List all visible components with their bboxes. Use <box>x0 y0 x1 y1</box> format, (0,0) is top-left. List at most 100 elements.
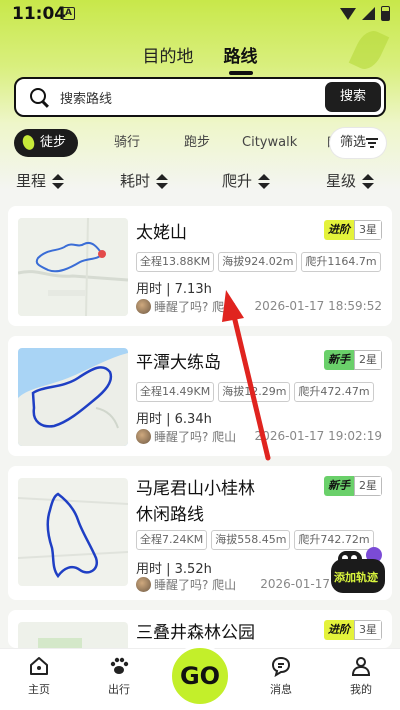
route-card[interactable]: 平潭大练岛 新手 2星 全程14.49KM 海拔12.29m 爬升472.47m… <box>8 336 392 456</box>
author-name: 睡醒了吗? 爬山 <box>154 300 237 314</box>
difficulty-badge: 进阶 3星 <box>324 620 382 640</box>
go-button[interactable]: GO <box>169 645 231 707</box>
altitude-tag: 海拔558.45m <box>211 530 291 550</box>
tab-destination[interactable]: 目的地 <box>143 42 194 67</box>
route-title-line2: 休闲路线 <box>136 505 204 525</box>
category-running[interactable]: 跑步 <box>184 129 210 157</box>
route-author: 睡醒了吗? 爬山 <box>136 298 236 315</box>
route-map-thumbnail <box>18 348 128 446</box>
route-title: 平潭大练岛 <box>136 353 221 373</box>
route-author: 睡醒了吗? 爬山 <box>136 428 236 445</box>
signal-icon <box>362 7 375 20</box>
route-date: 2026-01-17 <box>260 577 330 591</box>
route-title-line1: 马尾君山小桂林 <box>136 479 255 499</box>
sort-arrows-icon <box>52 173 65 190</box>
level-label: 进阶 <box>324 620 354 640</box>
top-tabs: 目的地 路线 <box>0 42 400 67</box>
route-duration: 用时 | 7.13h <box>136 282 212 297</box>
star-rating: 3星 <box>354 620 382 640</box>
star-rating: 2星 <box>354 350 382 370</box>
sort-label: 耗时 <box>120 172 151 190</box>
author-name: 睡醒了吗? 爬山 <box>154 430 237 444</box>
wifi-icon <box>340 7 356 20</box>
sort-rating[interactable]: 星级 <box>326 170 375 191</box>
route-stats: 全程14.49KM 海拔12.29m 爬升472.47m <box>136 382 374 402</box>
route-card[interactable]: 三叠井森林公园 进阶 3星 <box>8 610 392 648</box>
nav-label: 出行 <box>108 683 130 696</box>
route-duration: 用时 | 6.34h <box>136 412 212 427</box>
tab-routes[interactable]: 路线 <box>224 42 258 67</box>
status-bar: 11:04 A <box>0 0 400 28</box>
hiking-icon <box>20 133 37 152</box>
category-hiking[interactable]: 徒步 <box>14 129 79 157</box>
search-icon <box>30 88 46 104</box>
route-author: 睡醒了吗? 爬山 <box>136 576 236 593</box>
nav-messages[interactable]: 消息 <box>251 655 311 697</box>
route-card[interactable]: 太姥山 进阶 3星 全程13.88KM 海拔924.02m 爬升1164.7m … <box>8 206 392 326</box>
nav-travel[interactable]: 出行 <box>89 655 149 697</box>
sort-climb[interactable]: 爬升 <box>222 170 271 191</box>
climb-tag: 爬升1164.7m <box>301 252 381 272</box>
category-label: 徒步 <box>40 135 67 150</box>
route-title: 三叠井森林公园 <box>136 623 255 643</box>
profile-icon <box>351 657 371 676</box>
sort-arrows-icon <box>362 173 375 190</box>
climb-tag: 爬升472.47m <box>294 382 374 402</box>
sort-arrows-icon <box>258 173 271 190</box>
sort-label: 爬升 <box>222 172 253 190</box>
route-map-thumbnail <box>18 218 128 316</box>
nav-label: 我的 <box>350 683 372 696</box>
sort-label: 里程 <box>16 172 47 190</box>
distance-tag: 全程13.88KM <box>136 252 215 272</box>
paw-icon <box>110 657 129 674</box>
nav-profile[interactable]: 我的 <box>331 655 391 697</box>
level-label: 进阶 <box>324 220 354 240</box>
altitude-tag: 海拔924.02m <box>218 252 298 272</box>
route-map-thumbnail <box>18 622 128 648</box>
sort-bar: 里程 耗时 爬升 星级 <box>0 170 400 194</box>
route-date: 2026-01-17 18:59:52 <box>254 299 382 313</box>
filter-label: 筛选 <box>340 135 367 150</box>
distance-tag: 全程14.49KM <box>136 382 215 402</box>
add-track-label: 添加轨迹 <box>334 571 378 584</box>
level-label: 新手 <box>324 350 354 370</box>
add-track-button[interactable]: 添加轨迹 <box>331 543 386 593</box>
nav-label: 消息 <box>270 683 292 696</box>
category-tabs: 徒步 骑行 跑步 Citywalk 自 筛选 <box>14 128 386 159</box>
avatar <box>136 577 151 592</box>
filter-icon <box>366 138 378 148</box>
star-rating: 3星 <box>354 220 382 240</box>
message-icon <box>271 656 291 677</box>
sort-arrows-icon <box>156 173 169 190</box>
search-button[interactable]: 搜索 <box>325 82 381 112</box>
home-icon <box>30 657 48 675</box>
sort-label: 星级 <box>326 172 357 190</box>
search-bar: 搜索路线 搜索 <box>14 77 386 117</box>
category-cycling[interactable]: 骑行 <box>114 129 140 157</box>
route-stats: 全程13.88KM 海拔924.02m 爬升1164.7m <box>136 252 381 272</box>
star-rating: 2星 <box>354 476 382 496</box>
nav-label: 主页 <box>28 683 50 696</box>
nav-home[interactable]: 主页 <box>9 655 69 697</box>
difficulty-badge: 新手 2星 <box>324 476 382 496</box>
avatar <box>136 429 151 444</box>
filter-button[interactable]: 筛选 <box>330 128 386 158</box>
difficulty-badge: 新手 2星 <box>324 350 382 370</box>
category-citywalk[interactable]: Citywalk <box>242 129 297 157</box>
sort-duration[interactable]: 耗时 <box>120 170 169 191</box>
distance-tag: 全程7.24KM <box>136 530 208 550</box>
status-time: 11:04 <box>12 4 67 24</box>
route-duration: 用时 | 3.52h <box>136 562 212 577</box>
avatar <box>136 299 151 314</box>
level-label: 新手 <box>324 476 354 496</box>
sort-distance[interactable]: 里程 <box>16 170 65 191</box>
battery-icon <box>381 6 390 21</box>
route-date: 2026-01-17 19:02:19 <box>254 429 382 443</box>
route-title: 太姥山 <box>136 223 187 243</box>
author-name: 睡醒了吗? 爬山 <box>154 578 237 592</box>
app-indicator-icon: A <box>62 7 75 20</box>
altitude-tag: 海拔12.29m <box>218 382 291 402</box>
search-input[interactable]: 搜索路线 <box>60 88 112 107</box>
route-map-thumbnail <box>18 478 128 586</box>
difficulty-badge: 进阶 3星 <box>324 220 382 240</box>
